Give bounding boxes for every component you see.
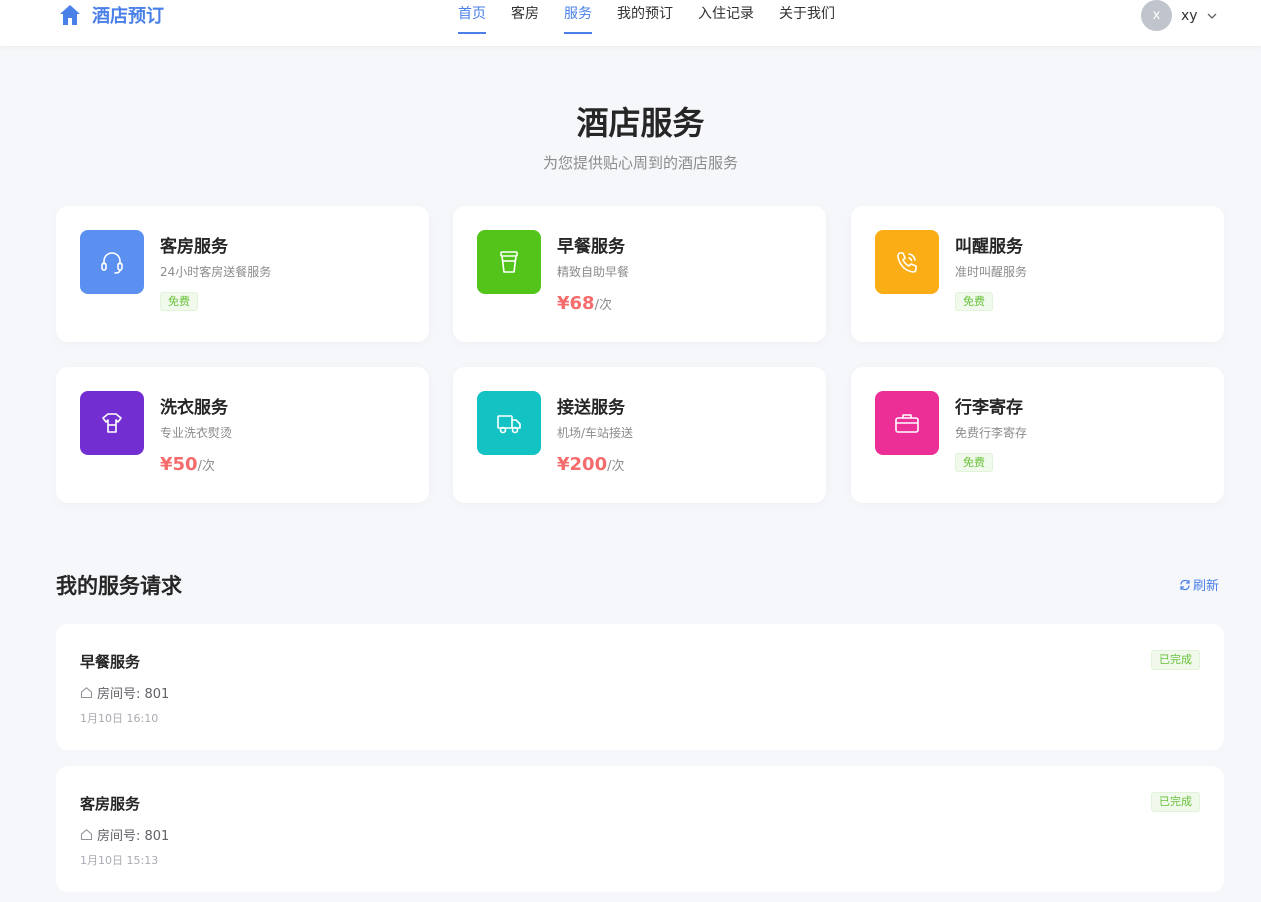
service-icon-box [477,230,541,294]
page-subtitle: 为您提供贴心周到的酒店服务 [542,154,738,172]
request-card[interactable]: 客房服务 房间号: 801 1月10日 15:13 已完成 [56,766,1224,892]
service-card-wakeup[interactable]: 叫醒服务 准时叫醒服务 免费 [851,206,1224,342]
service-icon-box [875,230,939,294]
status-badge: 已完成 [1151,792,1200,812]
service-price: ¥200/次 [557,454,625,475]
request-room: 房间号: 801 [80,825,169,844]
request-room: 房间号: 801 [80,683,169,702]
avatar[interactable]: x [1141,0,1172,31]
request-card[interactable]: 早餐服务 房间号: 801 1月10日 16:10 已完成 [56,624,1224,750]
service-icon-box [875,391,939,455]
service-desc: 精致自助早餐 [557,265,630,279]
service-card-transfer[interactable]: 接送服务 机场/车站接送 ¥200/次 [453,367,826,503]
service-desc: 机场/车站接送 [557,426,634,440]
price-unit: /次 [594,298,612,313]
price-value: ¥200 [557,454,608,475]
nav-my-bookings[interactable]: 我的预订 [617,0,673,34]
price-unit: /次 [197,459,215,474]
nav-checkin-records[interactable]: 入住记录 [698,0,754,34]
service-price: ¥68/次 [557,293,612,314]
refresh-label[interactable]: 刷新 [1193,575,1219,594]
request-service-name: 客房服务 [80,795,141,813]
service-desc: 24小时客房送餐服务 [160,265,272,279]
service-card-breakfast[interactable]: 早餐服务 精致自助早餐 ¥68/次 [453,206,826,342]
request-time: 1月10日 15:13 [80,854,159,867]
service-title: 客房服务 [160,237,228,257]
user-name[interactable]: xy [1181,8,1198,24]
nav-home[interactable]: 首页 [458,0,486,34]
top-nav-bar: 酒店预订 首页 客房 服务 我的预订 入住记录 关于我们 x xy [0,0,1261,46]
service-desc: 准时叫醒服务 [955,265,1028,279]
phone-icon [897,252,917,273]
logo-text: 酒店预订 [92,6,164,27]
free-tag: 免费 [955,292,993,311]
request-service-name: 早餐服务 [80,653,141,671]
suitcase-icon [895,414,919,433]
request-room-text: 房间号: 801 [97,687,170,702]
nav-services[interactable]: 服务 [564,0,592,34]
service-title: 叫醒服务 [955,237,1023,257]
service-icon-box [80,391,144,455]
service-card-luggage[interactable]: 行李寄存 免费行李寄存 免费 [851,367,1224,503]
price-value: ¥68 [557,293,595,314]
service-title: 早餐服务 [557,237,625,257]
service-desc: 专业洗衣熨烫 [160,426,233,440]
house-icon [80,829,93,841]
service-card-laundry[interactable]: 洗衣服务 专业洗衣熨烫 ¥50/次 [56,367,429,503]
truck-icon [497,415,521,434]
service-title: 行李寄存 [955,398,1023,418]
price-unit: /次 [607,459,625,474]
request-time: 1月10日 16:10 [80,712,159,725]
main-nav: 首页 客房 服务 我的预订 入住记录 关于我们 [458,0,860,34]
home-icon [60,5,80,25]
cup-icon [500,251,518,273]
headset-icon [101,252,123,274]
house-icon [80,687,93,699]
refresh-button[interactable]: 刷新 [1179,575,1219,594]
service-card-room[interactable]: 客房服务 24小时客房送餐服务 免费 [56,206,429,342]
request-room-text: 房间号: 801 [97,829,170,844]
nav-rooms[interactable]: 客房 [511,0,539,34]
service-icon-box [80,230,144,294]
page-title: 酒店服务 [576,104,705,142]
service-desc: 免费行李寄存 [955,426,1028,440]
service-title: 洗衣服务 [160,398,228,418]
logo[interactable]: 酒店预订 [58,3,164,27]
nav-about[interactable]: 关于我们 [779,0,835,34]
service-icon-box [477,391,541,455]
user-menu[interactable]: x xy [1141,0,1218,31]
service-price: ¥50/次 [160,454,215,475]
requests-section-title: 我的服务请求 [56,574,182,598]
service-title: 接送服务 [557,398,625,418]
free-tag: 免费 [955,453,993,472]
free-tag: 免费 [160,292,198,311]
laundry-icon [102,413,122,433]
status-badge: 已完成 [1151,650,1200,670]
chevron-down-icon[interactable] [1206,10,1218,22]
price-value: ¥50 [160,454,198,475]
refresh-icon [1180,579,1190,590]
